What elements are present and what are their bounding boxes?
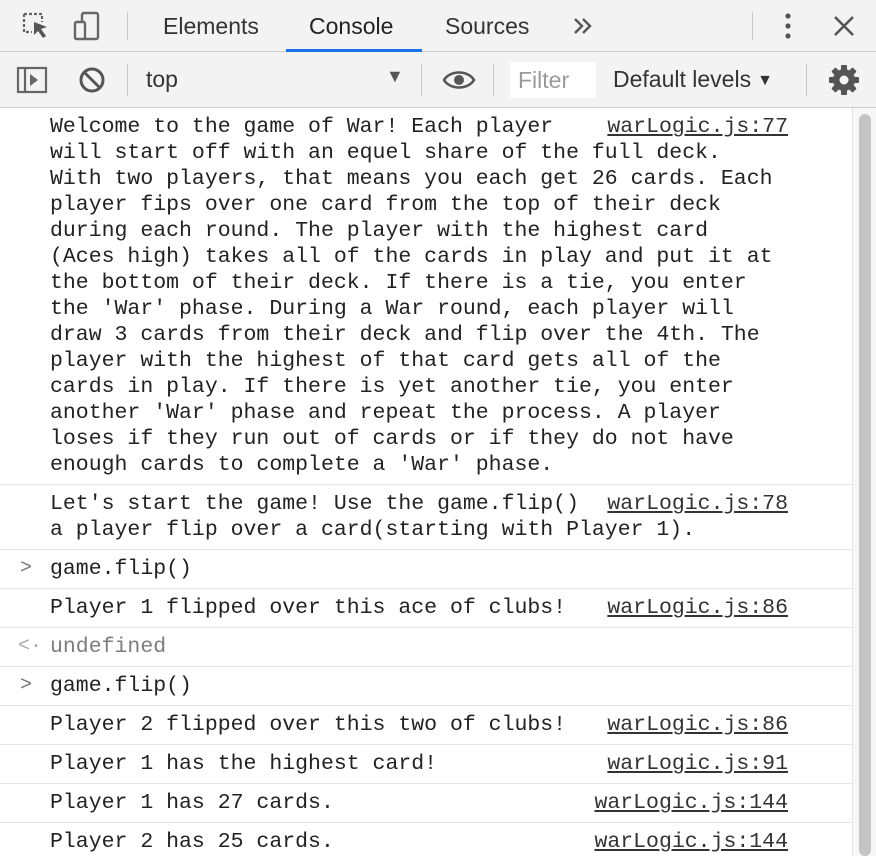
input-prompt-icon: >	[20, 557, 33, 580]
kebab-menu-icon[interactable]	[772, 10, 804, 42]
log-levels-dropdown[interactable]: Default levels ▼	[613, 66, 773, 93]
message-text: Player 1 has 27 cards.	[50, 791, 334, 815]
tab-sources[interactable]: Sources	[445, 0, 529, 52]
divider	[493, 64, 494, 96]
console-message: Player 1 has 27 cards. warLogic.js:144	[0, 784, 852, 823]
device-toolbar-icon[interactable]	[72, 10, 104, 42]
message-text: Player 1 has the highest card!	[50, 752, 438, 776]
source-link[interactable]: warLogic.js:78	[607, 491, 788, 517]
tab-elements[interactable]: Elements	[163, 0, 259, 52]
log-levels-label: Default levels	[613, 66, 752, 92]
console-toolbar: top ▼ Default levels ▼	[0, 52, 876, 108]
input-text: game.flip()	[50, 674, 192, 698]
divider	[421, 64, 422, 96]
eye-icon[interactable]	[442, 64, 476, 96]
console-message: Player 1 flipped over this ace of clubs!…	[0, 589, 852, 628]
devtools-tab-bar: Elements Console Sources	[0, 0, 876, 52]
console-output[interactable]: Welcome to the game of War! Each player …	[0, 108, 852, 856]
filter-input[interactable]	[510, 62, 596, 98]
console-message: Player 1 has the highest card! warLogic.…	[0, 745, 852, 784]
source-link[interactable]: warLogic.js:91	[607, 751, 788, 777]
clear-console-icon[interactable]	[76, 64, 108, 96]
message-text: Player 2 has 25 cards.	[50, 830, 334, 854]
console-input-entry: > game.flip()	[0, 550, 852, 589]
console-result-entry: <· undefined	[0, 628, 852, 667]
console-message: Let's start the game! Use the game.flip(…	[0, 485, 852, 550]
message-text: Let's start the game! Use the game.flip(…	[50, 492, 696, 542]
source-link[interactable]: warLogic.js:144	[594, 829, 788, 855]
chevron-down-icon: ▼	[757, 72, 773, 89]
scrollbar[interactable]	[852, 108, 876, 856]
console-message: Player 2 has 25 cards. warLogic.js:144	[0, 823, 852, 856]
source-link[interactable]: warLogic.js:144	[594, 790, 788, 816]
divider	[127, 64, 128, 96]
message-text: Player 1 flipped over this ace of clubs!	[50, 596, 567, 620]
message-text: Player 2 flipped over this two of clubs!	[50, 713, 567, 737]
divider	[806, 64, 807, 96]
inspect-element-icon[interactable]	[20, 10, 52, 42]
result-text: undefined	[50, 635, 167, 659]
source-link[interactable]: warLogic.js:86	[607, 712, 788, 738]
input-prompt-icon: >	[20, 674, 33, 697]
source-link[interactable]: warLogic.js:86	[607, 595, 788, 621]
result-arrow-icon: <·	[18, 635, 43, 658]
context-selector[interactable]: top	[146, 66, 178, 93]
console-message: Player 2 flipped over this two of clubs!…	[0, 706, 852, 745]
chevron-double-right-icon[interactable]	[570, 12, 602, 44]
divider	[127, 12, 128, 40]
close-icon[interactable]	[828, 10, 860, 42]
input-text: game.flip()	[50, 557, 192, 581]
source-link[interactable]: warLogic.js:77	[607, 114, 788, 140]
chevron-down-icon[interactable]: ▼	[386, 66, 404, 87]
divider	[752, 12, 753, 40]
toggle-sidebar-icon[interactable]	[16, 64, 48, 96]
gear-icon[interactable]	[828, 64, 860, 96]
message-text: Welcome to the game of War! Each player …	[50, 115, 773, 477]
scrollbar-thumb[interactable]	[859, 114, 871, 856]
console-input-entry: > game.flip()	[0, 667, 852, 706]
console-message: Welcome to the game of War! Each player …	[0, 108, 852, 485]
tab-console[interactable]: Console	[309, 0, 393, 52]
